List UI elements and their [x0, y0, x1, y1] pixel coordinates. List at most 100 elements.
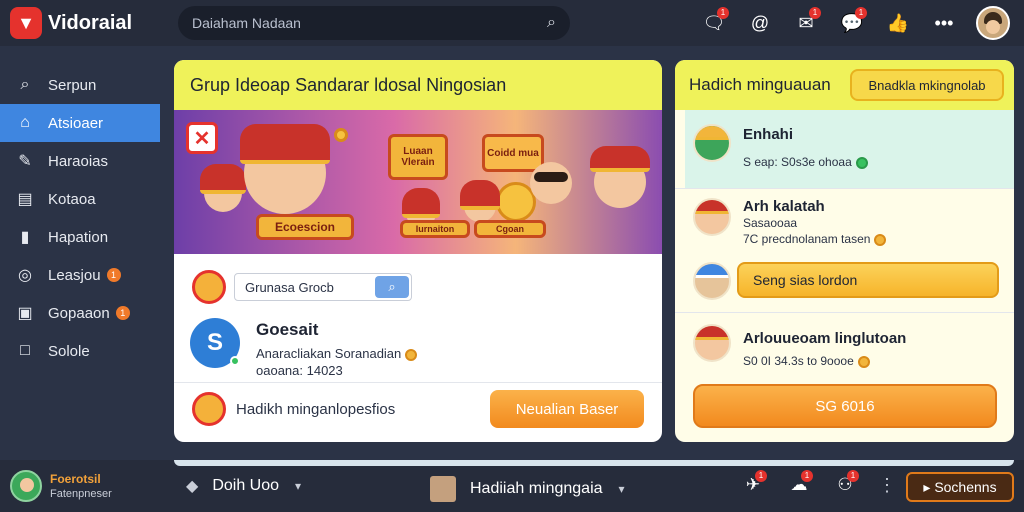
avatar	[10, 470, 42, 502]
user-count: oaoana: 14023	[256, 363, 343, 378]
top-bar: ▼ Vidoraial ⌕ 🗨1 @ ✉1 💬1 👍 •••	[0, 0, 1024, 46]
reward-icon	[192, 392, 226, 426]
group-name-field[interactable]: Grunasa Grocb ⌕	[234, 273, 412, 301]
entry-title: Arlouueoam linglutoan	[743, 330, 907, 347]
entry-sub: S0 0I 34.3s to 9oooe	[743, 354, 870, 368]
entry-sub-text: 7C precdnolanam tasen	[743, 232, 871, 246]
notification-badge: 1	[717, 7, 729, 19]
weekly-reward-header: Hadich minguauan Bnadkla mkingnolab	[675, 60, 1014, 110]
group-card-title: Grup Ideoap Sandarar ldosal Ningosian	[174, 60, 662, 110]
sidebar-item-compass[interactable]: ◎ Leasjou 1	[0, 256, 160, 294]
divider	[174, 382, 662, 383]
close-icon[interactable]: ✕	[186, 122, 218, 154]
search-icon[interactable]: ⌕	[375, 276, 409, 298]
user-app-icon: S	[190, 318, 240, 368]
character-image	[200, 164, 246, 212]
bottom-user-role: Fatenpneser	[50, 488, 112, 500]
bottom-dropdown-1[interactable]: ◆ Doih Uoo ▾	[186, 476, 301, 496]
entry-sub: S eap: S0s3e ohoaa	[743, 155, 868, 169]
user-row[interactable]: S Goesait Anaracliakan Soranadian oaoana…	[190, 318, 418, 378]
chat-icon[interactable]: ✉ 1	[792, 7, 821, 37]
entry-sub-text: S0 0I 34.3s to 9oooe	[743, 354, 854, 368]
sidebar-item-search[interactable]: ⌕ Serpun	[0, 66, 160, 104]
bottom-user[interactable]: Foerotsil Fatenpneser	[10, 470, 112, 502]
sidebar-item-document[interactable]: ▮ Hapation	[0, 218, 160, 256]
home-icon: ⌂	[20, 114, 30, 131]
entry-avatar[interactable]	[693, 124, 731, 162]
chevron-down-icon: ▾	[295, 479, 302, 493]
entry-avatar[interactable]	[693, 198, 731, 236]
messages-badge: 1	[855, 7, 867, 19]
avatar[interactable]	[976, 6, 1010, 40]
sidebar-item-label: Serpun	[48, 76, 97, 94]
character-image	[530, 162, 572, 204]
book-icon: ▤	[17, 191, 33, 208]
character-image	[590, 146, 650, 208]
sidebar-item-pen[interactable]: ✎ Haraoias	[0, 142, 160, 180]
search-input[interactable]	[192, 15, 548, 31]
bottom-user-name: Foerotsil	[50, 472, 101, 486]
bottom-dropdown-label: Hadiiah mingngaia	[470, 480, 603, 497]
claim-button[interactable]: SG 6016	[693, 384, 997, 428]
feed-strip	[174, 460, 1014, 466]
coin-icon	[874, 233, 887, 246]
weekly-reward-card: Hadich minguauan Bnadkla mkingnolab Enha…	[675, 60, 1014, 442]
reward-text: Hadikh minganlopesfios	[236, 400, 396, 418]
entry-avatar[interactable]	[693, 262, 731, 300]
character-image	[240, 124, 330, 214]
reward-button[interactable]: Neualian Baser	[490, 390, 644, 428]
rocket-icon[interactable]: ✈ 1	[740, 470, 767, 498]
search-icon: ⌕	[20, 76, 30, 93]
entry-title: Enhahi	[743, 126, 794, 143]
sidebar-badge: 1	[115, 306, 130, 320]
notification-icon[interactable]: ☁ 1	[786, 470, 813, 498]
user-name: Goesait	[256, 320, 319, 339]
brand-logo-icon: ▼	[10, 7, 42, 39]
weekly-reward-title: Hadich minguauan	[689, 75, 831, 94]
bottom-dropdown-label: Doih Uoo	[212, 477, 280, 494]
entry-avatar[interactable]	[693, 324, 731, 362]
play-icon: ▸	[923, 478, 935, 495]
group-row[interactable]: Grunasa Grocb ⌕	[192, 270, 412, 304]
entry-sub-text: S eap: S0s3e ohoaa	[743, 155, 852, 169]
rocket-badge: 1	[755, 470, 767, 482]
brand[interactable]: ▼ Vidoraial	[0, 7, 170, 39]
search-icon[interactable]: ⌕	[547, 14, 556, 32]
mention-icon[interactable]: @	[746, 9, 774, 37]
sidebar-item-square[interactable]: □ Solole	[0, 332, 160, 370]
sidebar-item-book[interactable]: ▤ Kotaoa	[0, 180, 160, 218]
sidebar: ⌕ Serpun ⌂ Atsioaer ✎ Haraoias ▤ Kotaoa …	[0, 46, 160, 460]
team-icon[interactable]: ⚇ 1	[832, 470, 859, 498]
banner-sign: Luaan Vlerain	[388, 134, 448, 180]
sidebar-item-home[interactable]: ⌂ Atsioaer	[0, 104, 160, 142]
image-icon: ▣	[17, 305, 33, 322]
bottom-icons: ✈ 1 ☁ 1 ⚇ 1 ⋮	[740, 470, 896, 498]
online-status-icon	[230, 356, 240, 366]
entry-title: Arh kalatah	[743, 198, 825, 215]
sidebar-badge: 1	[106, 268, 121, 282]
search-bar[interactable]: ⌕	[178, 6, 570, 40]
group-name: Grunasa Grocb	[245, 279, 334, 295]
sidebar-item-image[interactable]: ▣ Gopaaon 1	[0, 294, 160, 332]
coin-icon	[855, 156, 868, 169]
sidebar-item-label: Hapation	[48, 228, 109, 246]
kebab-menu-icon[interactable]: ⋮	[878, 475, 896, 496]
header-button[interactable]: Bnadkla mkingnolab	[850, 69, 1004, 101]
like-icon[interactable]: 👍	[884, 9, 912, 37]
bottom-action-button[interactable]: ▸ Sochenns	[906, 472, 1014, 502]
group-icon	[192, 270, 226, 304]
chat-badge: 1	[809, 7, 821, 19]
notification-badge: 1	[801, 470, 813, 482]
entry-button[interactable]: Seng sias lordon	[737, 262, 999, 298]
messages-icon[interactable]: 💬 1	[838, 7, 867, 37]
bottom-dropdown-2[interactable]: Hadiiah mingngaia ▾	[430, 476, 625, 502]
notifications-icon[interactable]: 🗨 1	[700, 7, 729, 37]
banner-sign: Cgoan	[474, 220, 546, 238]
coin-icon	[857, 355, 870, 368]
more-icon[interactable]: •••	[930, 9, 958, 37]
user-subtitle: Anaracliakan Soranadian	[256, 346, 402, 361]
character-image	[460, 180, 500, 222]
bottom-bar: Foerotsil Fatenpneser ◆ Doih Uoo ▾ Hadii…	[0, 460, 1024, 512]
banner-sign: Ecoescion	[256, 214, 354, 240]
thumbnail-image	[430, 476, 456, 502]
